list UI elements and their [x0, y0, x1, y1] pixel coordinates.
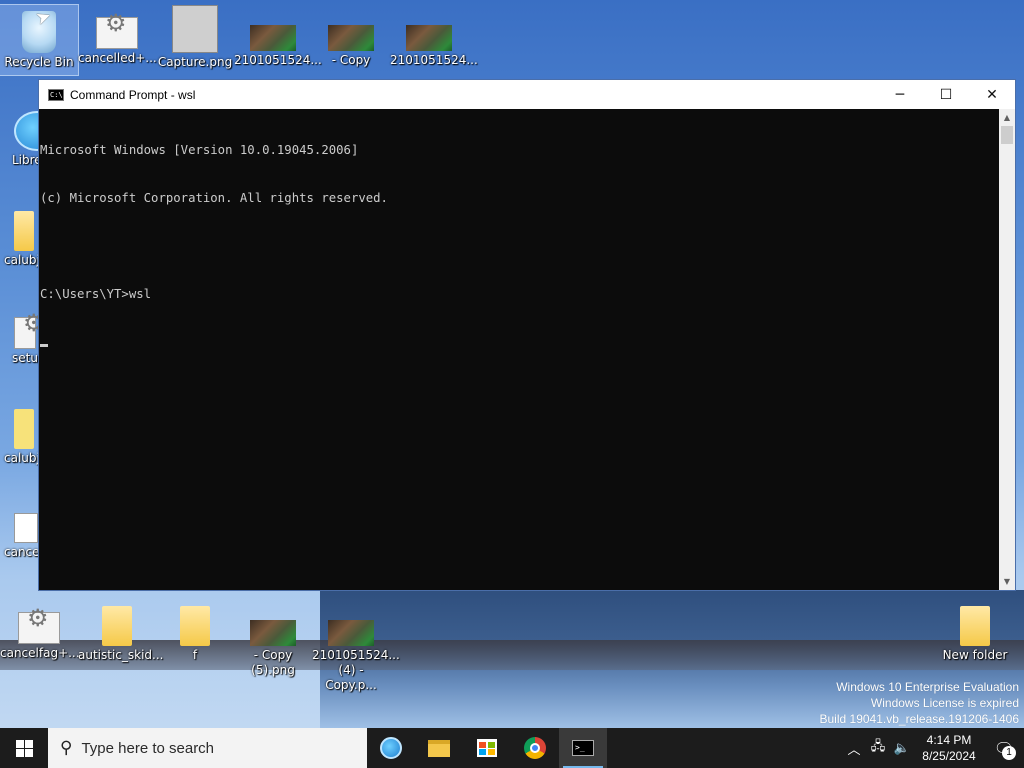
- desktop-icon-cancelled[interactable]: cancelled+...: [78, 5, 157, 66]
- desktop-icon-label: 2101051524...: [312, 648, 400, 662]
- document-icon: [14, 513, 38, 543]
- taskbar-search-box[interactable]: ⚲ Type here to search: [48, 728, 367, 768]
- desktop-icon-cancel[interactable]: cancel: [0, 503, 43, 560]
- desktop-icon-label: 2101051524...: [234, 53, 322, 67]
- clock-time: 4:14 PM: [926, 733, 972, 747]
- window-controls: ─ ☐ ✕: [877, 80, 1015, 109]
- archive-icon: [14, 409, 34, 449]
- folder-icon: [102, 606, 132, 646]
- windows-watermark: Windows 10 Enterprise Evaluation Windows…: [820, 679, 1020, 727]
- terminal-line: Microsoft Windows [Version 10.0.19045.20…: [40, 143, 359, 157]
- desktop-icon-label: New folder: [942, 648, 1008, 662]
- desktop-icon-label: setup: [12, 351, 46, 365]
- image-file-icon: [172, 5, 218, 53]
- search-icon: ⚲: [60, 738, 73, 757]
- vertical-scrollbar[interactable]: ▲ ▼: [999, 109, 1015, 590]
- taskbar-app-chrome[interactable]: [511, 728, 559, 768]
- command-prompt-icon: C:\: [48, 88, 64, 101]
- watermark-edition: Windows 10 Enterprise Evaluation: [836, 680, 1019, 694]
- desktop-icon-photo-1[interactable]: 2101051524...: [234, 5, 322, 68]
- image-file-icon: [328, 620, 374, 646]
- window-title: Command Prompt - wsl: [70, 87, 196, 102]
- desktop-icon-new-folder[interactable]: New folder: [936, 600, 1014, 663]
- scroll-up-arrow-icon[interactable]: ▲: [999, 109, 1015, 126]
- desktop-icon-label: Capture.png: [157, 55, 233, 69]
- scroll-down-arrow-icon[interactable]: ▼: [999, 573, 1015, 590]
- desktop-icon-capture[interactable]: Capture.png: [156, 5, 234, 70]
- chevron-up-icon[interactable]: ︿: [842, 739, 866, 758]
- minimize-button[interactable]: ─: [877, 80, 923, 109]
- command-prompt-window[interactable]: C:\ Command Prompt - wsl ─ ☐ ✕ Microsoft…: [38, 79, 1016, 591]
- taskbar-app-file-explorer[interactable]: [415, 728, 463, 768]
- settings-file-icon: [96, 16, 138, 49]
- setup-icon: [14, 316, 45, 349]
- desktop-icon-label: 2101051524...: [390, 53, 478, 67]
- desktop-icon-libreoffice[interactable]: Libre: [0, 105, 60, 168]
- terminal-output[interactable]: Microsoft Windows [Version 10.0.19045.20…: [39, 109, 999, 590]
- image-file-icon: [328, 25, 374, 51]
- desktop-icon-f[interactable]: f: [156, 600, 234, 663]
- image-file-icon: [250, 25, 296, 51]
- desktop-icon-cancelfag[interactable]: cancelfag+...: [0, 600, 80, 661]
- scrollbar-thumb[interactable]: [1001, 126, 1013, 144]
- desktop-icon-label: f: [192, 648, 198, 662]
- system-tray: ︿ 🖧 🔈 4:14 PM 8/25/2024 🗨 1: [842, 728, 1024, 768]
- desktop-icon-label: cancelfag+...: [0, 646, 80, 660]
- watermark-license: Windows License is expired: [870, 696, 1019, 710]
- close-button[interactable]: ✕: [969, 80, 1015, 109]
- desktop-icon-photo-copy[interactable]: - Copy: [312, 5, 390, 68]
- notification-count-badge: 1: [1002, 746, 1016, 760]
- desktop-icon-photo-4-copy[interactable]: 2101051524... (4) - Copy.p...: [312, 600, 400, 693]
- clock-date: 8/25/2024: [922, 749, 976, 763]
- desktop-icon-label: - Copy: [253, 648, 293, 662]
- chrome-icon: [524, 737, 546, 759]
- action-center-button[interactable]: 🗨 1: [984, 728, 1024, 768]
- desktop-icon-label: cancel: [4, 545, 43, 559]
- desktop-icon-copy-5[interactable]: - Copy (5).png: [234, 600, 312, 678]
- settings-file-icon: [18, 611, 60, 644]
- command-prompt-icon: >_: [572, 740, 594, 756]
- desktop-icon-photo-2[interactable]: 2101051524...: [390, 5, 478, 68]
- desktop-icon-label: Libre: [12, 153, 42, 167]
- start-button[interactable]: [0, 728, 48, 768]
- desktop-icon-label-line2: (4) - Copy.p...: [325, 663, 377, 692]
- maximize-button[interactable]: ☐: [923, 80, 969, 109]
- image-file-icon: [250, 620, 296, 646]
- folder-icon: [180, 606, 210, 646]
- terminal-line: C:\Users\YT>wsl: [40, 287, 152, 301]
- desktop-icon-label: calubj: [4, 451, 40, 465]
- desktop-icon-label: cancelled+...: [78, 51, 157, 65]
- search-placeholder: Type here to search: [81, 739, 215, 757]
- desktop-icon-label: - Copy: [331, 53, 371, 67]
- desktop-icon-label: calubj: [4, 253, 40, 267]
- text-cursor: [40, 344, 48, 347]
- taskbar-app-browser[interactable]: [367, 728, 415, 768]
- taskbar: ⚲ Type here to search >_ ︿ 🖧 🔈 4:14 PM 8…: [0, 728, 1024, 768]
- desktop-icon-label: Recycle Bin: [4, 55, 74, 69]
- store-icon: [477, 739, 497, 757]
- window-title-bar[interactable]: C:\ Command Prompt - wsl ─ ☐ ✕: [39, 80, 1015, 109]
- taskbar-app-store[interactable]: [463, 728, 511, 768]
- desktop-icon-calubj-2[interactable]: calubj: [0, 403, 40, 466]
- file-explorer-icon: [428, 739, 450, 757]
- folder-icon: [14, 211, 34, 251]
- volume-icon[interactable]: 🔈: [890, 741, 914, 756]
- desktop-icon-autistic-skid[interactable]: autistic_skid...: [78, 600, 164, 663]
- taskbar-clock[interactable]: 4:14 PM 8/25/2024: [914, 732, 984, 764]
- windows-logo-icon: [15, 739, 33, 757]
- folder-icon: [960, 606, 990, 646]
- terminal-cursor-line: [40, 334, 999, 350]
- image-file-icon: [406, 25, 452, 51]
- desktop-icon-calubj-1[interactable]: calubj: [0, 205, 40, 268]
- terminal-line: (c) Microsoft Corporation. All rights re…: [40, 191, 388, 205]
- desktop-icon-setup[interactable]: setup: [0, 305, 46, 366]
- browser-icon: [380, 737, 402, 759]
- taskbar-app-command-prompt[interactable]: >_: [559, 728, 607, 768]
- desktop-icon-label-line2: (5).png: [251, 663, 295, 677]
- watermark-build: Build 19041.vb_release.191206-1406: [819, 712, 1020, 726]
- network-icon[interactable]: 🖧: [866, 737, 890, 759]
- desktop-icon-label: autistic_skid...: [78, 648, 164, 662]
